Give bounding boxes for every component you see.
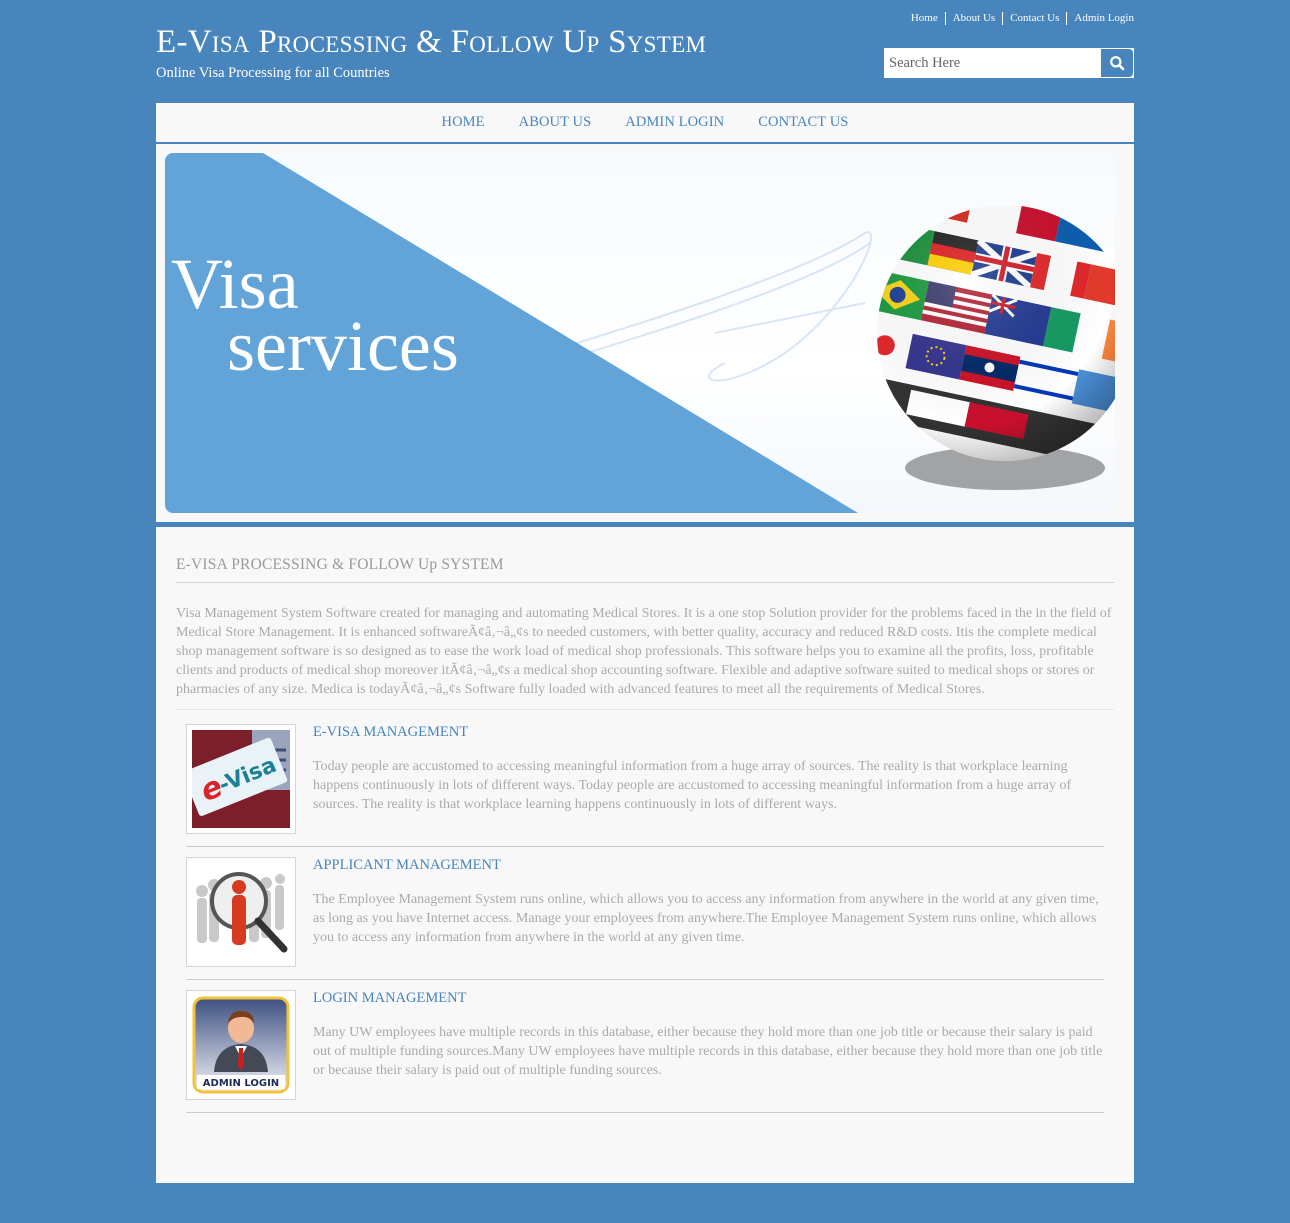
feature-title: APPLICANT MANAGEMENT: [313, 857, 501, 873]
section-heading: E-VISA PROCESSING & FOLLOW Up SYSTEM: [176, 556, 1114, 583]
flags-globe-image: [877, 205, 1115, 490]
top-link-admin-login[interactable]: Admin Login: [1066, 12, 1134, 25]
content-section: E-VISA PROCESSING & FOLLOW Up SYSTEM Vis…: [156, 527, 1134, 1183]
feature-item-evisa: e -Visa E-VISA MANAGEMENT Today people a…: [186, 724, 1104, 847]
admin-login-image-label: ADMIN LOGIN: [203, 1078, 279, 1089]
search-icon: [1110, 56, 1125, 71]
feature-description: Today people are accustomed to accessing…: [313, 759, 1072, 812]
banner-line-2: services: [227, 306, 459, 386]
site-tagline: Online Visa Processing for all Countries: [156, 65, 390, 81]
applicant-search-image: [186, 857, 296, 967]
nav-about-us[interactable]: ABOUT US: [519, 114, 592, 131]
feature-item-applicant: APPLICANT MANAGEMENT The Employee Manage…: [186, 857, 1104, 980]
search-button[interactable]: [1101, 49, 1133, 77]
nav-admin-login[interactable]: ADMIN LOGIN: [625, 114, 724, 131]
admin-login-image: ADMIN LOGIN: [186, 990, 296, 1100]
hero-banner: Visa services: [165, 153, 1115, 513]
feature-description: Many UW employees have multiple records …: [313, 1025, 1103, 1078]
banner-heading: Visa services: [171, 248, 459, 386]
nav-home[interactable]: HOME: [442, 114, 485, 131]
feature-list: e -Visa E-VISA MANAGEMENT Today people a…: [186, 724, 1104, 1123]
feature-description: The Employee Management System runs onli…: [313, 892, 1099, 945]
e-visa-image: e -Visa: [186, 724, 296, 834]
search-box: [884, 48, 1134, 78]
search-input[interactable]: [884, 48, 1101, 78]
main-nav: HOME ABOUT US ADMIN LOGIN CONTACT US: [156, 103, 1134, 144]
intro-paragraph: Visa Management System Software created …: [176, 604, 1114, 710]
feature-title: E-VISA MANAGEMENT: [313, 724, 469, 740]
top-links: Home About Us Contact Us Admin Login: [904, 12, 1134, 25]
feature-title: LOGIN MANAGEMENT: [313, 990, 467, 1006]
feature-item-login: ADMIN LOGIN LOGIN MANAGEMENT Many UW emp…: [186, 990, 1104, 1113]
top-link-home[interactable]: Home: [904, 12, 945, 25]
top-link-about-us[interactable]: About Us: [944, 12, 1002, 25]
banner-section: Visa services: [156, 144, 1134, 526]
nav-contact-us[interactable]: CONTACT US: [758, 114, 848, 131]
site-title: E-Visa Processing & Follow Up System: [156, 24, 707, 60]
top-link-contact-us[interactable]: Contact Us: [1002, 12, 1066, 25]
